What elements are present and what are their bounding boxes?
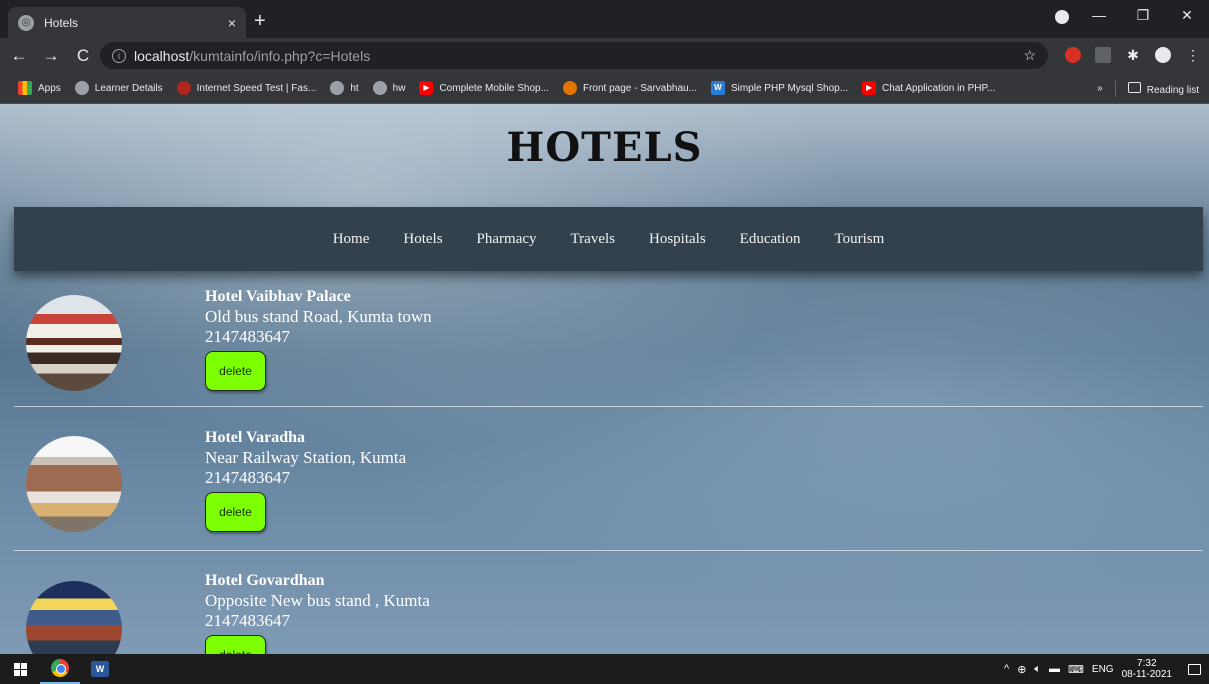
- minimize-button[interactable]: —: [1077, 7, 1121, 23]
- hotel-list-item: Hotel Varadha Near Railway Station, Kumt…: [14, 423, 1203, 551]
- target-icon: [562, 81, 577, 95]
- battery-icon[interactable]: ▬: [1049, 663, 1060, 675]
- forward-button[interactable]: →: [38, 46, 64, 66]
- main-navbar: Home Hotels Pharmacy Travels Hospitals E…: [14, 207, 1203, 271]
- nav-tourism[interactable]: Tourism: [834, 231, 884, 248]
- site-info-icon[interactable]: i: [112, 48, 126, 63]
- clock-date: 08-11-2021: [1121, 669, 1172, 680]
- hotel-photo: [26, 436, 122, 532]
- hotel-info: Hotel Vaibhav Palace Old bus stand Road,…: [205, 288, 432, 391]
- hotel-name: Hotel Vaibhav Palace: [205, 288, 351, 305]
- bookmarks-bar: Apps Learner Details Internet Speed Test…: [0, 73, 1209, 104]
- nav-home[interactable]: Home: [333, 231, 370, 248]
- globe-icon: ◎: [18, 14, 34, 31]
- bookmark-learner-details[interactable]: Learner Details: [74, 81, 163, 95]
- bookmark-front-page[interactable]: Front page - Sarvabhau...: [562, 81, 697, 95]
- tray-chevron-icon[interactable]: ^: [1004, 663, 1009, 675]
- clock[interactable]: 7:32 08-11-2021: [1122, 658, 1172, 680]
- delete-button[interactable]: delete: [205, 635, 266, 654]
- speedometer-icon: [176, 81, 191, 95]
- close-window-button[interactable]: ✕: [1165, 7, 1209, 24]
- language-indicator[interactable]: ENG: [1092, 664, 1114, 675]
- reading-list-icon: [1127, 81, 1141, 93]
- hotel-address: Near Railway Station, Kumta: [205, 448, 407, 467]
- nav-pharmacy[interactable]: Pharmacy: [477, 231, 537, 248]
- bookmark-hw[interactable]: hw: [372, 81, 405, 95]
- hotel-phone: 2147483647: [205, 327, 290, 346]
- taskbar-chrome[interactable]: [40, 654, 80, 684]
- tab-title: Hotels: [44, 15, 79, 30]
- reload-button[interactable]: C: [70, 46, 96, 66]
- clock-time: 7:32: [1137, 658, 1157, 669]
- w-icon: W: [710, 81, 725, 95]
- new-tab-button[interactable]: +: [254, 10, 266, 33]
- kebab-menu-icon[interactable]: ⋮: [1185, 47, 1201, 63]
- system-tray: ^ ⊕ 🔈︎ ▬ ⌨ ENG 7:32 08-11-2021: [1004, 654, 1209, 684]
- page-title: HOTELS: [506, 124, 703, 171]
- taskbar-word[interactable]: W: [80, 654, 120, 684]
- address-bar[interactable]: i localhost/kumtainfo/info.php?c=Hotels …: [100, 42, 1048, 69]
- hotel-list-item: Hotel Vaibhav Palace Old bus stand Road,…: [14, 282, 1203, 407]
- start-button[interactable]: [0, 662, 40, 676]
- youtube-icon: ▶: [419, 81, 434, 95]
- nav-hospitals[interactable]: Hospitals: [649, 231, 706, 248]
- nav-hotels[interactable]: Hotels: [403, 231, 442, 248]
- bookmark-php-shop[interactable]: W Simple PHP Mysql Shop...: [710, 81, 848, 95]
- hotel-list-item: Hotel Govardhan Opposite New bus stand ,…: [14, 566, 1203, 654]
- tab-search-icon[interactable]: [1055, 10, 1069, 24]
- bookmark-speed-test[interactable]: Internet Speed Test | Fas...: [176, 81, 316, 95]
- back-button[interactable]: ←: [6, 46, 32, 66]
- extensions-puzzle-icon[interactable]: ✱: [1125, 47, 1141, 63]
- chrome-icon: [51, 659, 69, 677]
- volume-icon[interactable]: 🔈︎: [1034, 663, 1041, 676]
- bookmarks-right: » Reading list: [1097, 73, 1199, 104]
- more-bookmarks-icon[interactable]: »: [1097, 83, 1103, 94]
- extension-icons: ✱ ⋮: [1065, 47, 1201, 63]
- divider: [1114, 80, 1116, 97]
- hotel-name: Hotel Govardhan: [205, 572, 325, 589]
- delete-button[interactable]: delete: [205, 351, 266, 391]
- url-host: localhost: [134, 47, 190, 64]
- network-globe-icon[interactable]: ⊕: [1017, 663, 1026, 676]
- windows-logo-icon: [13, 662, 27, 676]
- bookmark-chat-app[interactable]: ▶ Chat Application in PHP...: [862, 81, 995, 95]
- restore-button[interactable]: ❐: [1121, 7, 1165, 24]
- word-icon: W: [91, 661, 109, 677]
- browser-tab-hotels[interactable]: ◎ Hotels ×: [8, 7, 246, 38]
- page-viewport: HOTELS Home Hotels Pharmacy Travels Hosp…: [0, 104, 1209, 654]
- hotel-address: Opposite New bus stand , Kumta: [205, 591, 430, 610]
- delete-button[interactable]: delete: [205, 492, 266, 532]
- hotel-photo: [26, 581, 122, 654]
- hotel-info: Hotel Govardhan Opposite New bus stand ,…: [205, 572, 430, 654]
- tab-close-icon[interactable]: ×: [228, 15, 236, 31]
- browser-toolbar: ← → C i localhost/kumtainfo/info.php?c=H…: [0, 38, 1209, 73]
- extension-icon[interactable]: [1095, 47, 1111, 63]
- nav-travels[interactable]: Travels: [571, 231, 615, 248]
- bookmark-mobile-shop[interactable]: ▶ Complete Mobile Shop...: [419, 81, 549, 95]
- hotel-photo: [26, 295, 122, 391]
- reading-list-button[interactable]: Reading list: [1127, 81, 1199, 96]
- bookmark-star-icon[interactable]: ☆: [1023, 47, 1036, 64]
- globe-icon: [330, 81, 345, 95]
- browser-tab-strip: ◎ Hotels × + — ❐ ✕: [0, 0, 1209, 38]
- hotel-phone: 2147483647: [205, 468, 290, 487]
- nav-education[interactable]: Education: [740, 231, 801, 248]
- bookmark-ht[interactable]: ht: [330, 81, 359, 95]
- record-extension-icon[interactable]: [1065, 47, 1081, 63]
- apps-grid-icon: [18, 81, 32, 95]
- keyboard-icon[interactable]: ⌨: [1068, 663, 1084, 676]
- hotel-info: Hotel Varadha Near Railway Station, Kumt…: [205, 429, 406, 532]
- globe-icon: [74, 81, 89, 95]
- hotel-name: Hotel Varadha: [205, 429, 306, 446]
- window-controls: — ❐ ✕: [1077, 0, 1209, 30]
- youtube-icon: ▶: [862, 81, 877, 95]
- windows-taskbar: W ^ ⊕ 🔈︎ ▬ ⌨ ENG 7:32 08-11-2021: [0, 654, 1209, 684]
- globe-icon: [372, 81, 387, 95]
- hotel-address: Old bus stand Road, Kumta town: [205, 307, 432, 326]
- hotel-phone: 2147483647: [205, 611, 290, 630]
- profile-avatar-icon[interactable]: [1155, 47, 1171, 63]
- url-path: /kumtainfo/info.php?c=Hotels: [189, 47, 371, 64]
- bookmark-apps[interactable]: Apps: [18, 81, 61, 95]
- notifications-icon[interactable]: [1188, 663, 1201, 675]
